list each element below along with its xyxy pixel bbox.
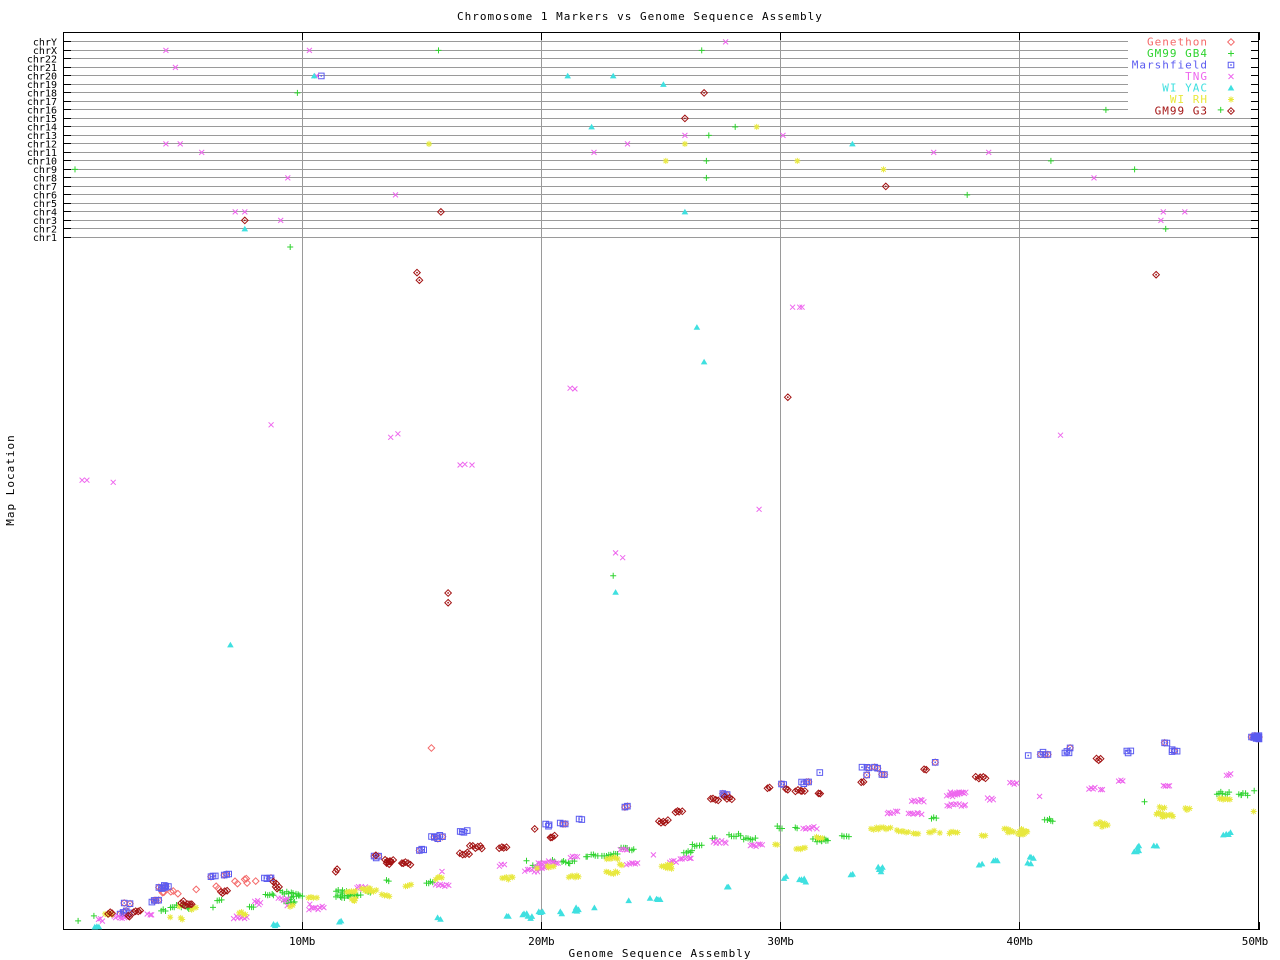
chart-page: Genethon GM99 GB4 Marshfield TNG WI YAC WI RH… <box>0 0 1280 960</box>
xtick-label-30Mb: 30Mb <box>767 935 794 948</box>
chart-canvas: GenethonGM99 GB4MarshfieldTNGWI YACWI RH… <box>0 0 1280 960</box>
xtick-label-50Mb: 50Mb <box>1242 935 1269 948</box>
xtick-label-10Mb: 10Mb <box>289 935 316 948</box>
legend-label: GM99 G3 <box>1155 105 1208 118</box>
legend-symbol-asterisk <box>1228 96 1234 103</box>
y-axis-label: Map Location <box>4 434 17 525</box>
chrom-label-chrY: chrY <box>33 37 57 48</box>
legend-symbol-fill <box>1230 110 1232 112</box>
legend: GenethonGM99 GB4MarshfieldTNGWI YACWI RH… <box>1128 34 1252 118</box>
xtick-label-20Mb: 20Mb <box>528 935 555 948</box>
legend-symbol-fill <box>1230 64 1232 66</box>
xtick-label-40Mb: 40Mb <box>1007 935 1034 948</box>
chart-title: Chromosome 1 Markers vs Genome Sequence … <box>457 10 823 23</box>
x-axis-label: Genome Sequence Assembly <box>569 947 752 960</box>
